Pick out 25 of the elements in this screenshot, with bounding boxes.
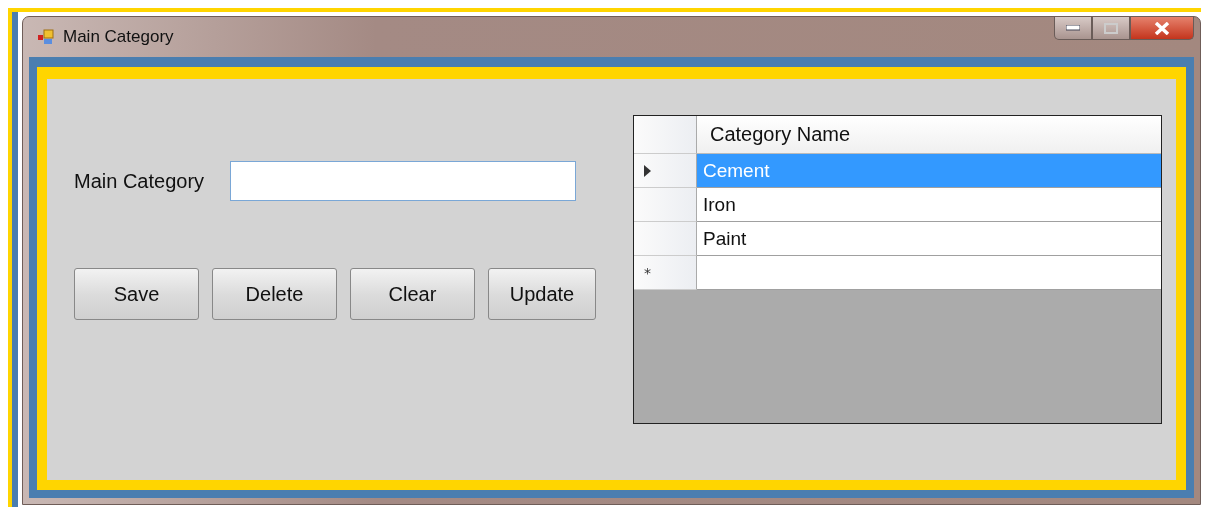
app-icon bbox=[37, 29, 55, 45]
row-header[interactable] bbox=[634, 188, 697, 222]
input-field[interactable] bbox=[230, 161, 577, 201]
action-button[interactable]: Save bbox=[74, 268, 199, 320]
column-header[interactable]: Category Name bbox=[697, 116, 1161, 154]
current-row-icon bbox=[644, 164, 651, 177]
minimize-button[interactable] bbox=[1054, 17, 1092, 40]
row-header[interactable] bbox=[634, 154, 697, 188]
row-header[interactable] bbox=[634, 222, 697, 256]
corner-header[interactable] bbox=[634, 116, 697, 154]
new-row-cell[interactable] bbox=[697, 256, 1161, 290]
action-button[interactable]: Clear bbox=[350, 268, 475, 320]
action-button[interactable]: Update bbox=[488, 268, 596, 320]
maximize-button[interactable] bbox=[1092, 17, 1130, 40]
field-label: Main Category bbox=[74, 169, 205, 193]
close-button[interactable] bbox=[1130, 17, 1194, 40]
maximize-icon bbox=[1104, 22, 1118, 34]
close-icon bbox=[1154, 21, 1170, 35]
window-title: Main Category bbox=[63, 27, 174, 47]
grid-cell[interactable]: Iron bbox=[697, 188, 1161, 222]
grid-cell[interactable]: Paint bbox=[697, 222, 1161, 256]
action-button[interactable]: Delete bbox=[212, 268, 337, 320]
row-header[interactable]: * bbox=[634, 256, 697, 290]
new-row-marker: * bbox=[644, 264, 651, 281]
minimize-icon bbox=[1066, 25, 1080, 31]
